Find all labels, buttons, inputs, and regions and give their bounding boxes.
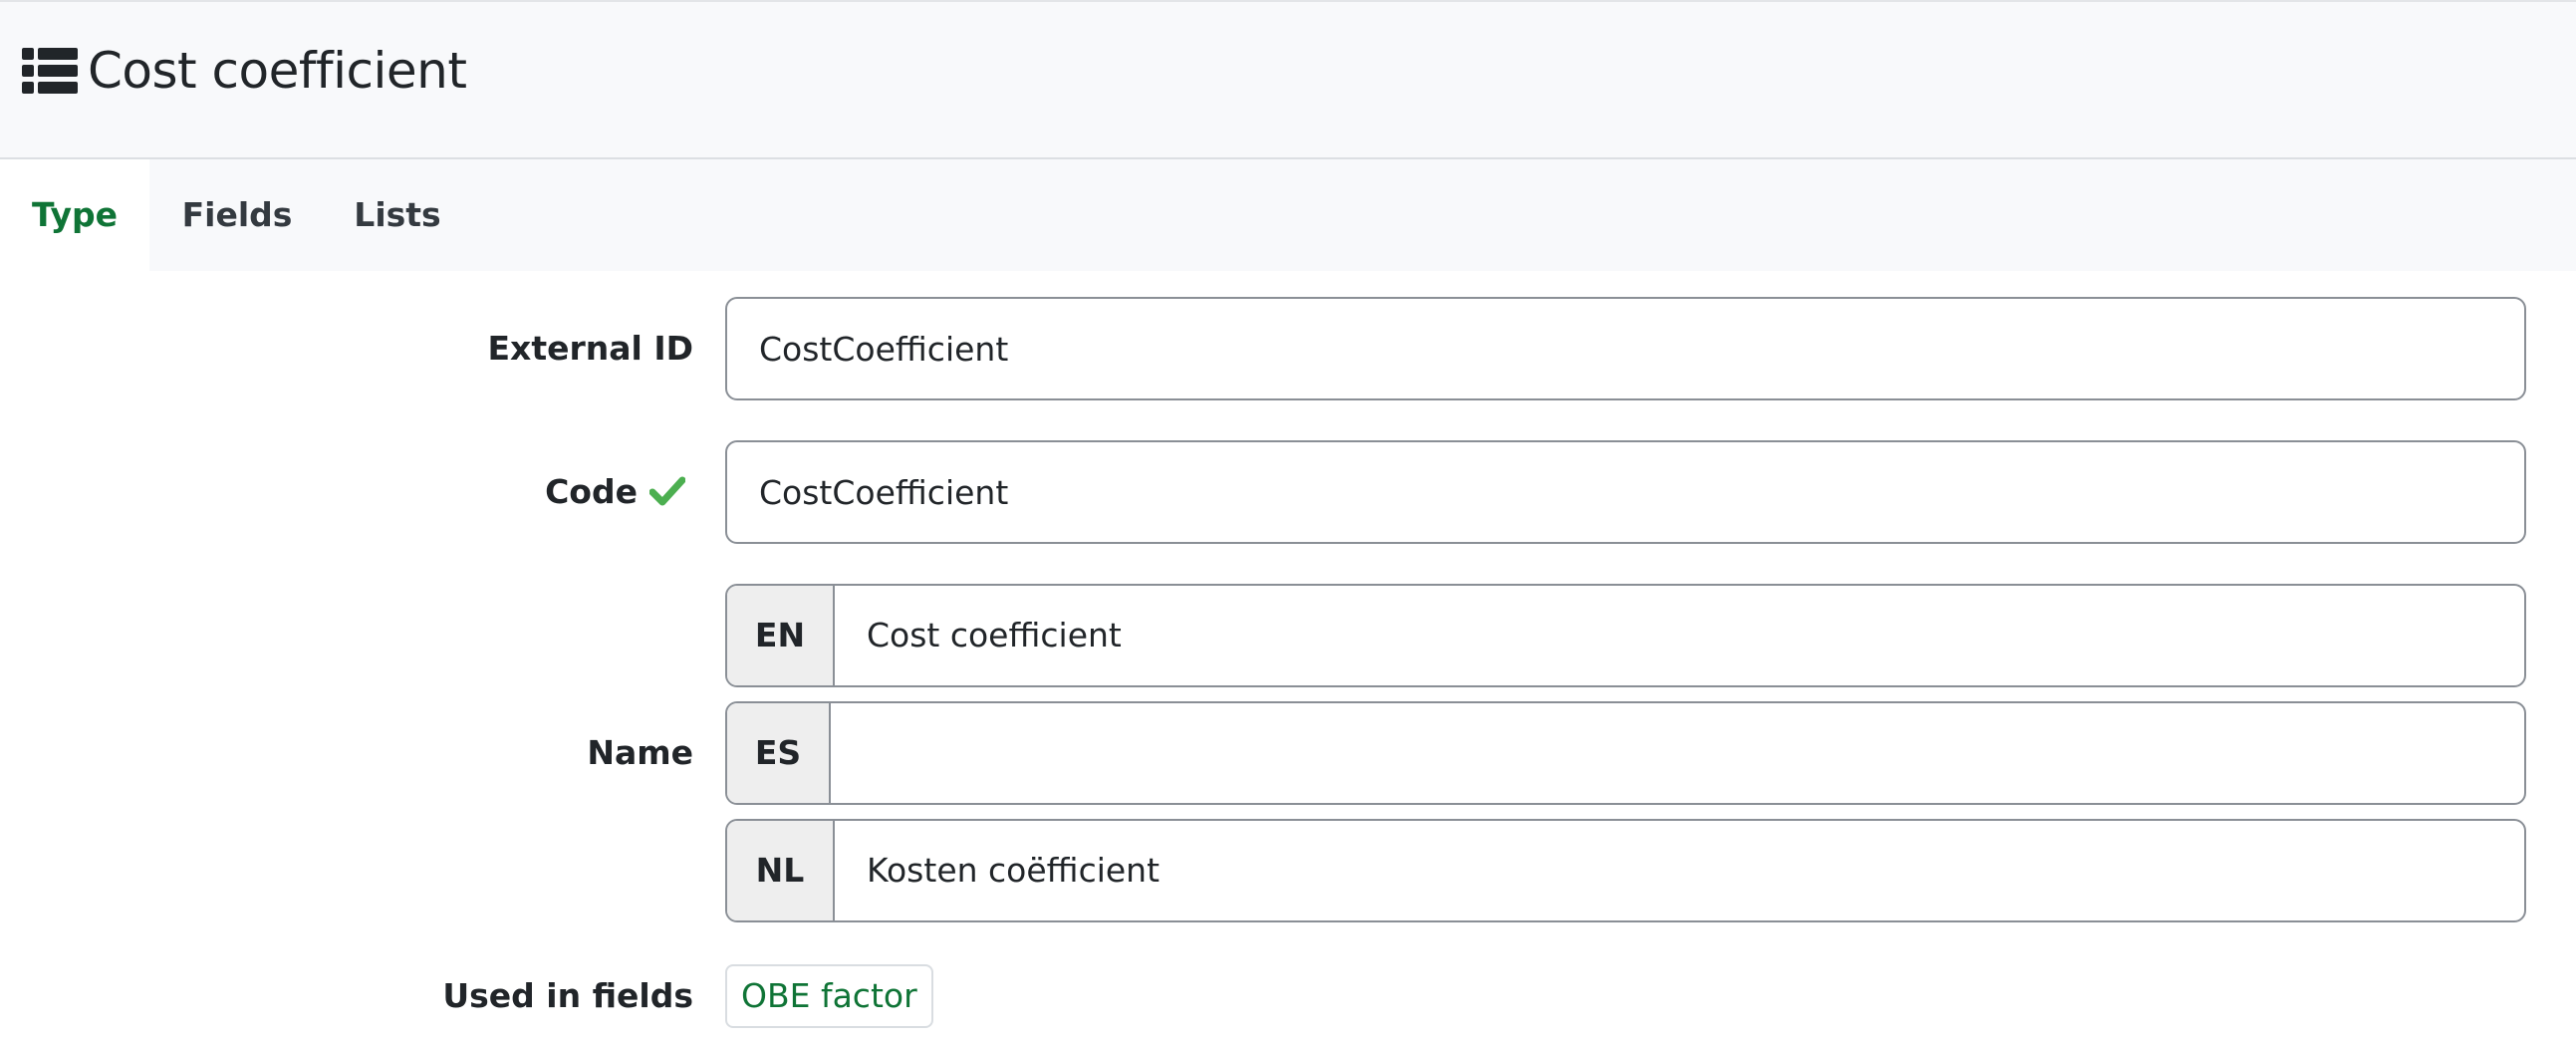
name-input-en[interactable]	[835, 586, 2524, 685]
tab-type[interactable]: Type	[0, 159, 149, 271]
name-input-nl[interactable]	[835, 821, 2524, 920]
external-id-label: External ID	[487, 329, 694, 368]
name-translation-en: EN	[725, 584, 2526, 687]
page-header: Cost coefficient	[0, 0, 2576, 159]
lang-addon-nl: NL	[727, 821, 835, 920]
name-label: Name	[587, 733, 693, 772]
code-label: Code	[545, 472, 638, 511]
name-input-es[interactable]	[831, 703, 2524, 803]
list-icon	[22, 48, 78, 94]
lang-addon-es: ES	[727, 703, 831, 803]
name-translation-es: ES	[725, 701, 2526, 805]
name-translation-nl: NL	[725, 819, 2526, 922]
tab-bar: Type Fields Lists	[0, 159, 2576, 271]
page: Cost coefficient Type Fields Lists Exter…	[0, 0, 2576, 1042]
used-in-fields-label: Used in fields	[442, 976, 693, 1015]
check-icon	[649, 476, 685, 506]
tab-lists[interactable]: Lists	[345, 159, 450, 271]
used-in-field-link[interactable]: OBE factor	[725, 964, 933, 1028]
external-id-input[interactable]	[725, 297, 2526, 400]
page-title: Cost coefficient	[88, 42, 467, 100]
tab-fields[interactable]: Fields	[165, 159, 309, 271]
lang-addon-en: EN	[727, 586, 835, 685]
code-input[interactable]	[725, 440, 2526, 544]
